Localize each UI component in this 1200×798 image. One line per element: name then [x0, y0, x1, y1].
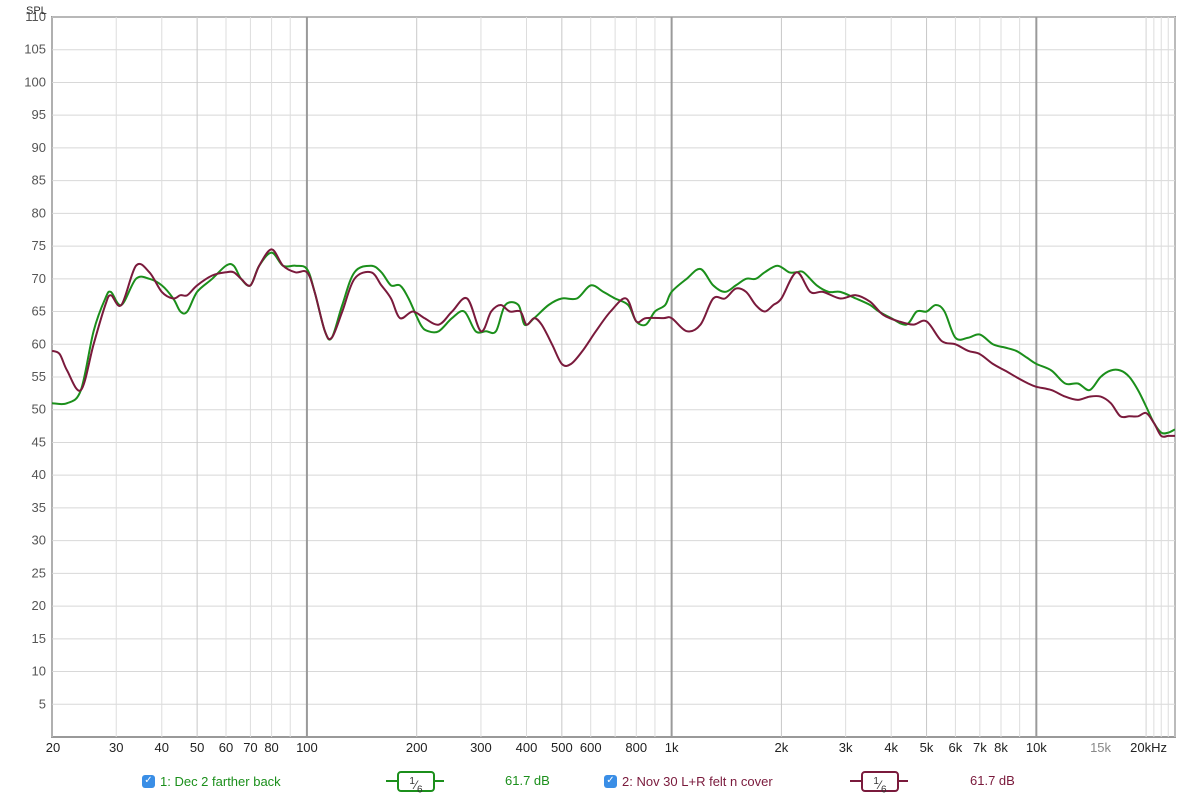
smoothing-box-2[interactable]: 1⁄6 — [861, 771, 899, 795]
y-tick-label: 40 — [32, 467, 46, 482]
x-tick-label: 2k — [775, 740, 789, 755]
y-tick-label: 105 — [24, 42, 46, 57]
y-tick-label: 30 — [32, 533, 46, 548]
x-tick-label: 200 — [406, 740, 428, 755]
x-tick-label: 20 — [46, 740, 60, 755]
y-tick-label: 15 — [32, 631, 46, 646]
y-tick-label: 50 — [32, 402, 46, 417]
x-tick-label: 8k — [994, 740, 1008, 755]
x-axis-ticks: 20 30 40 50 60 70 80 100 200 300 400 500 600 800 1k 2k 3… — [46, 740, 1167, 755]
y-tick-label: 85 — [32, 173, 46, 188]
x-tick-label: 400 — [516, 740, 538, 755]
x-tick-label: 600 — [580, 740, 602, 755]
x-tick-label: 80 — [264, 740, 278, 755]
x-tick-label: 3k — [839, 740, 853, 755]
legend-label-1: 1: Dec 2 farther back — [160, 773, 281, 789]
x-tick-label: 10k — [1026, 740, 1047, 755]
smoothing-badge-2[interactable]: 1⁄6 — [850, 771, 908, 795]
level-readout-1: 61.7 dB — [505, 773, 550, 788]
legend-item-2[interactable]: ✓ 2: Nov 30 L+R felt n cover — [604, 772, 773, 790]
y-tick-label: 95 — [32, 107, 46, 122]
x-tick-label: 50 — [190, 740, 204, 755]
x-tick-label: 1k — [665, 740, 679, 755]
x-tick-label: 30 — [109, 740, 123, 755]
y-tick-label: 80 — [32, 205, 46, 220]
x-tick-label: 60 — [219, 740, 233, 755]
y-tick-label: 75 — [32, 238, 46, 253]
smoothing-box-1[interactable]: 1⁄6 — [397, 771, 435, 795]
y-axis-label: SPL — [26, 5, 47, 17]
checkmark-icon[interactable]: ✓ — [142, 774, 155, 788]
x-tick-label: 40 — [155, 740, 169, 755]
y-axis-ticks: 1101051009590858075706560555045403530252… — [24, 9, 46, 711]
x-tick-label: 800 — [625, 740, 647, 755]
x-tick-label: 300 — [470, 740, 492, 755]
x-tick-label: 70 — [243, 740, 257, 755]
y-tick-label: 10 — [32, 664, 46, 679]
checkmark-icon[interactable]: ✓ — [604, 774, 617, 788]
x-tick-label: 6k — [949, 740, 963, 755]
y-tick-label: 90 — [32, 140, 46, 155]
x-tick-label: 4k — [884, 740, 898, 755]
x-tick-label: 20kHz — [1130, 740, 1167, 755]
x-tick-label: 100 — [296, 740, 318, 755]
x-tick-label: 15k — [1090, 740, 1111, 755]
legend-item-1[interactable]: ✓ 1: Dec 2 farther back — [142, 772, 281, 790]
x-tick-label: 7k — [973, 740, 987, 755]
frequency-response-chart: 1101051009590858075706560555045403530252… — [24, 5, 1176, 755]
y-tick-label: 65 — [32, 304, 46, 319]
y-tick-label: 70 — [32, 271, 46, 286]
y-tick-label: 25 — [32, 565, 46, 580]
smoothing-badge-1[interactable]: 1⁄6 — [386, 771, 444, 795]
y-tick-label: 100 — [24, 74, 46, 89]
legend-label-2: 2: Nov 30 L+R felt n cover — [622, 773, 773, 789]
y-tick-label: 55 — [32, 369, 46, 384]
level-readout-2: 61.7 dB — [970, 773, 1015, 788]
x-tick-label: 500 — [551, 740, 573, 755]
y-tick-label: 20 — [32, 598, 46, 613]
y-tick-label: 60 — [32, 336, 46, 351]
y-tick-label: 45 — [32, 434, 46, 449]
y-tick-label: 5 — [39, 696, 46, 711]
y-tick-label: 35 — [32, 500, 46, 515]
x-tick-label: 5k — [920, 740, 934, 755]
